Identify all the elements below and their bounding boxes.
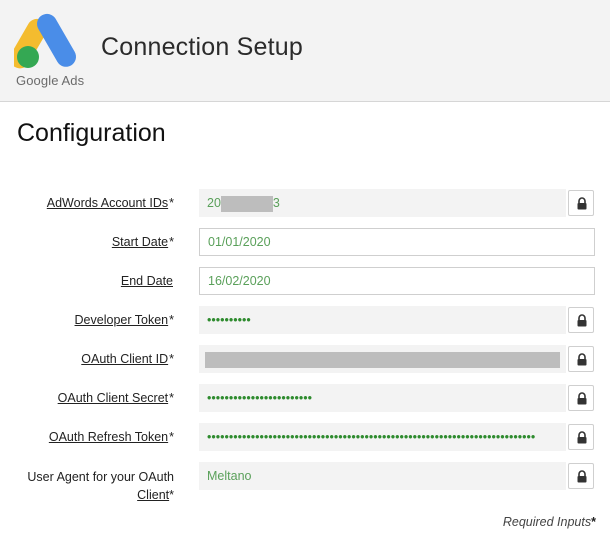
field-row-user-agent: User Agent for your OAuth Client* Meltan… [0, 462, 610, 504]
start-date-label: Start Date* [111, 235, 174, 249]
lock-icon [577, 431, 587, 444]
oauth-client-secret-label: OAuth Client Secret* [57, 391, 174, 405]
oauth-client-id-field[interactable] [199, 345, 566, 373]
field-row-oauth-client-secret: OAuth Client Secret* •••••••••••••••••••… [0, 384, 610, 414]
page-title: Connection Setup [101, 33, 303, 61]
start-date-input[interactable]: 01/01/2020 [199, 228, 595, 256]
oauth-client-secret-field[interactable]: •••••••••••••••••••••••• [199, 384, 566, 412]
oauth-refresh-token-label: OAuth Refresh Token* [48, 430, 174, 444]
developer-token-label: Developer Token* [74, 313, 174, 327]
field-row-oauth-client-id: OAuth Client ID* [0, 345, 610, 375]
lock-icon [577, 392, 587, 405]
redacted-block [205, 351, 560, 368]
end-date-label: End Date [120, 274, 173, 288]
oauth-client-id-lock-button[interactable] [568, 346, 594, 372]
logo-text: Google Ads [16, 73, 85, 88]
lock-icon [577, 353, 587, 366]
section-title: Configuration [17, 119, 166, 147]
header-bar: Google Ads Connection Setup [0, 0, 610, 102]
field-row-account-ids: AdWords Account IDs* 20 3 [0, 189, 610, 219]
lock-icon [577, 470, 587, 483]
account-ids-value-prefix: 20 [207, 196, 221, 210]
end-date-input[interactable]: 16/02/2020 [199, 267, 595, 295]
field-row-start-date: Start Date* 01/01/2020 [0, 228, 610, 258]
redacted-block [220, 195, 273, 212]
required-inputs-note: Required Inputs* [502, 515, 596, 529]
user-agent-lock-button[interactable] [568, 463, 594, 489]
developer-token-lock-button[interactable] [568, 307, 594, 333]
oauth-client-id-label: OAuth Client ID* [81, 352, 174, 366]
connection-setup-page: Google Ads Connection Setup Configuratio… [0, 0, 610, 555]
lock-icon [577, 197, 587, 210]
oauth-refresh-token-field[interactable]: ••••••••••••••••••••••••••••••••••••••••… [199, 423, 566, 451]
account-ids-value-suffix: 3 [272, 196, 280, 210]
oauth-refresh-token-lock-button[interactable] [568, 424, 594, 450]
user-agent-label: User Agent for your OAuth Client* [27, 470, 174, 502]
field-row-developer-token: Developer Token* •••••••••• [0, 306, 610, 336]
developer-token-field[interactable]: •••••••••• [199, 306, 566, 334]
oauth-client-secret-lock-button[interactable] [568, 385, 594, 411]
field-row-oauth-refresh-token: OAuth Refresh Token* •••••••••••••••••••… [0, 423, 610, 453]
account-ids-lock-button[interactable] [568, 190, 594, 216]
account-ids-field[interactable]: 20 3 [199, 189, 566, 217]
user-agent-field[interactable]: Meltano [199, 462, 566, 490]
lock-icon [577, 314, 587, 327]
field-row-end-date: End Date 16/02/2020 [0, 267, 610, 297]
account-ids-label: AdWords Account IDs* [46, 196, 174, 210]
